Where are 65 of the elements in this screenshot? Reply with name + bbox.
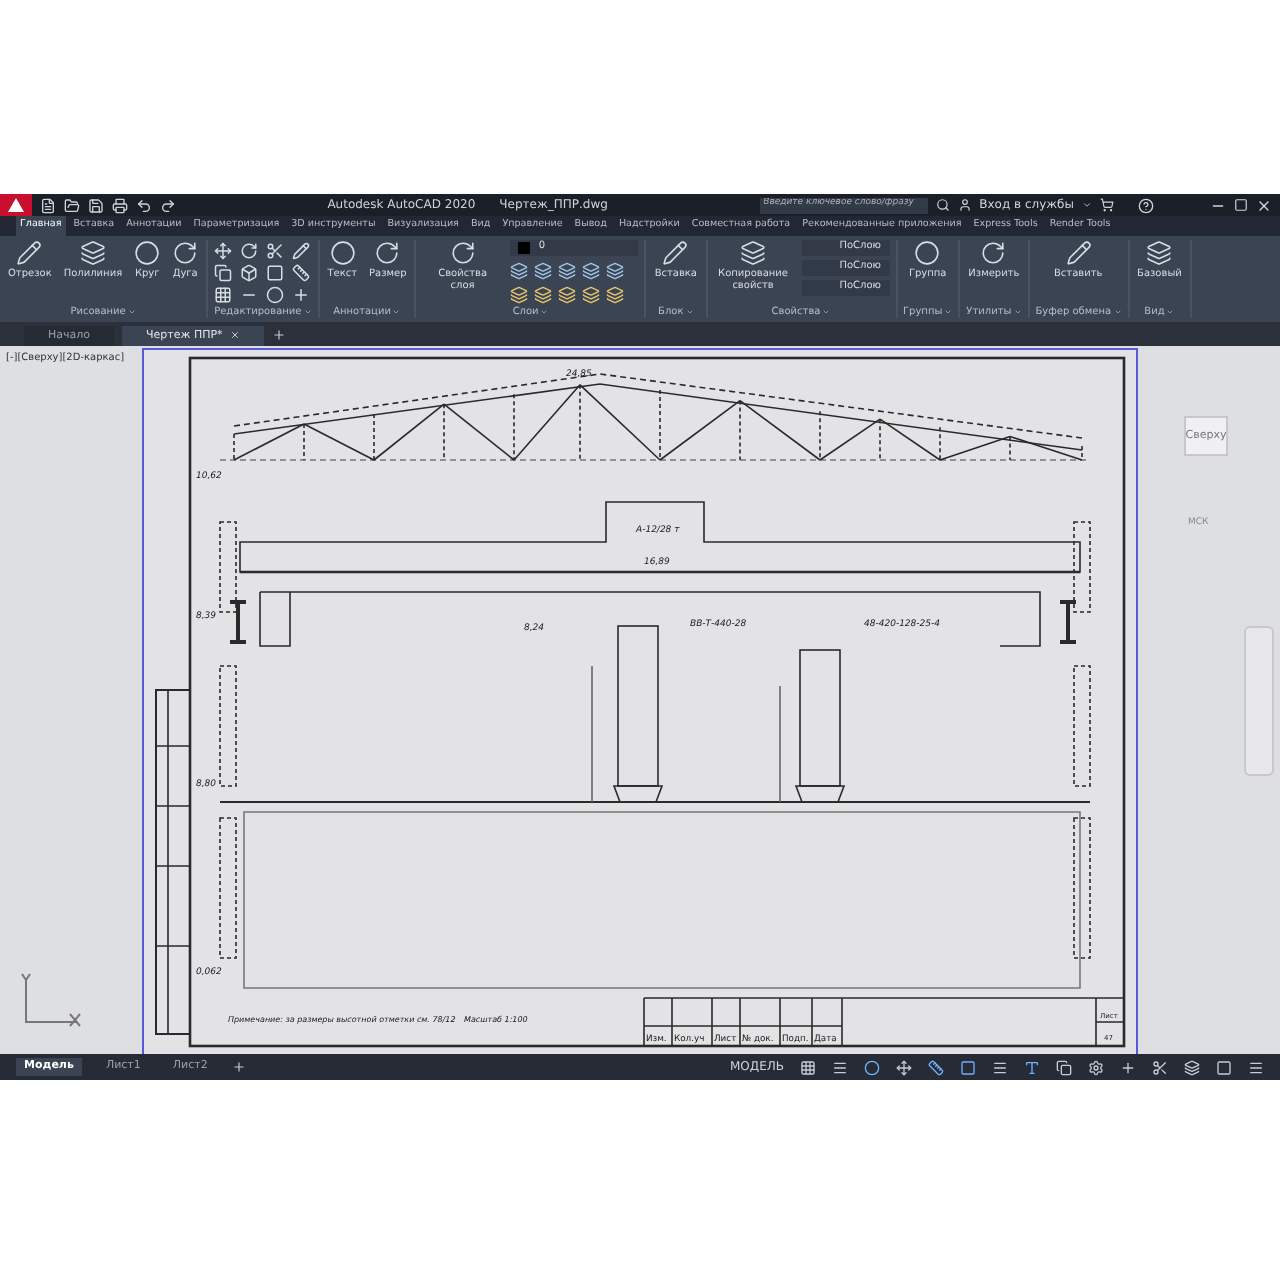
add-layout-icon[interactable] (231, 1060, 246, 1075)
layer-tool-icon[interactable] (510, 286, 529, 304)
layer-tool-icon[interactable] (534, 286, 553, 304)
edit-tool-icon[interactable] (292, 286, 311, 304)
edit-tool-icon[interactable] (214, 242, 233, 260)
tool-icon (914, 240, 941, 266)
help-icon[interactable] (1138, 197, 1154, 213)
layer-tool-icon[interactable] (558, 262, 577, 280)
cart-icon[interactable] (1100, 198, 1114, 212)
user-icon (957, 198, 972, 212)
tool-icon (980, 240, 1007, 266)
layer-tool-icon[interactable] (606, 286, 625, 304)
edit-tool-icon[interactable] (214, 264, 233, 282)
quick-access-icon[interactable] (112, 197, 128, 213)
tool-icon (329, 240, 356, 266)
status-tool-icon[interactable] (1216, 1059, 1232, 1076)
status-tool-icon[interactable] (1056, 1059, 1072, 1076)
status-tool-icon[interactable] (992, 1059, 1008, 1076)
ucs-axes-icon (16, 971, 84, 1028)
tool-icon (374, 240, 401, 266)
tool-icon (449, 240, 476, 266)
quick-access-icon[interactable] (136, 197, 152, 213)
tool-icon (1065, 240, 1092, 266)
status-tool-icon[interactable] (896, 1059, 912, 1076)
layer-tool-icon[interactable] (558, 286, 577, 304)
layer-tool-icon[interactable] (606, 262, 625, 280)
status-tool-icon[interactable] (1184, 1059, 1200, 1076)
status-tool-icon[interactable] (1248, 1059, 1264, 1076)
edit-tool-icon[interactable] (292, 264, 311, 282)
layer-tool-icon[interactable] (582, 262, 601, 280)
tool-icon (134, 240, 161, 266)
quick-access-icon[interactable] (88, 197, 104, 213)
tool-icon (172, 240, 199, 266)
status-tool-icon[interactable] (928, 1059, 944, 1076)
layer-tool-icon[interactable] (510, 262, 529, 280)
quick-access-icon[interactable] (40, 197, 56, 213)
layer-tool-icon[interactable] (582, 286, 601, 304)
quick-access-icon[interactable] (64, 197, 80, 213)
edit-tool-icon[interactable] (292, 242, 311, 260)
status-tool-icon[interactable] (1024, 1059, 1040, 1076)
caret-icon[interactable] (1082, 200, 1092, 210)
tool-icon (1146, 240, 1173, 266)
tool-icon (662, 240, 689, 266)
status-tool-icon[interactable] (1088, 1059, 1104, 1076)
status-tool-icon[interactable] (800, 1059, 816, 1076)
edit-tool-icon[interactable] (266, 242, 285, 260)
tool-icon (740, 240, 766, 266)
edit-tool-icon[interactable] (214, 286, 233, 304)
close-icon[interactable] (1256, 197, 1272, 213)
quick-access-icon[interactable] (160, 197, 176, 213)
status-tool-icon[interactable] (1120, 1059, 1136, 1076)
new-tab-icon[interactable] (272, 327, 287, 342)
tool-icon (16, 240, 43, 266)
status-tool-icon[interactable] (1152, 1059, 1168, 1076)
edit-tool-icon[interactable] (240, 264, 259, 282)
color-swatch-icon (518, 242, 531, 254)
layer-tool-icon[interactable] (534, 262, 553, 280)
status-tool-icon[interactable] (864, 1059, 880, 1076)
status-tool-icon[interactable] (832, 1059, 848, 1076)
status-tool-icon[interactable] (960, 1059, 976, 1076)
search-icon[interactable] (935, 198, 950, 212)
edit-tool-icon[interactable] (240, 242, 259, 260)
drawing-canvas[interactable] (0, 345, 1280, 1055)
maximize-icon[interactable] (1234, 198, 1248, 212)
tool-icon (79, 240, 106, 266)
